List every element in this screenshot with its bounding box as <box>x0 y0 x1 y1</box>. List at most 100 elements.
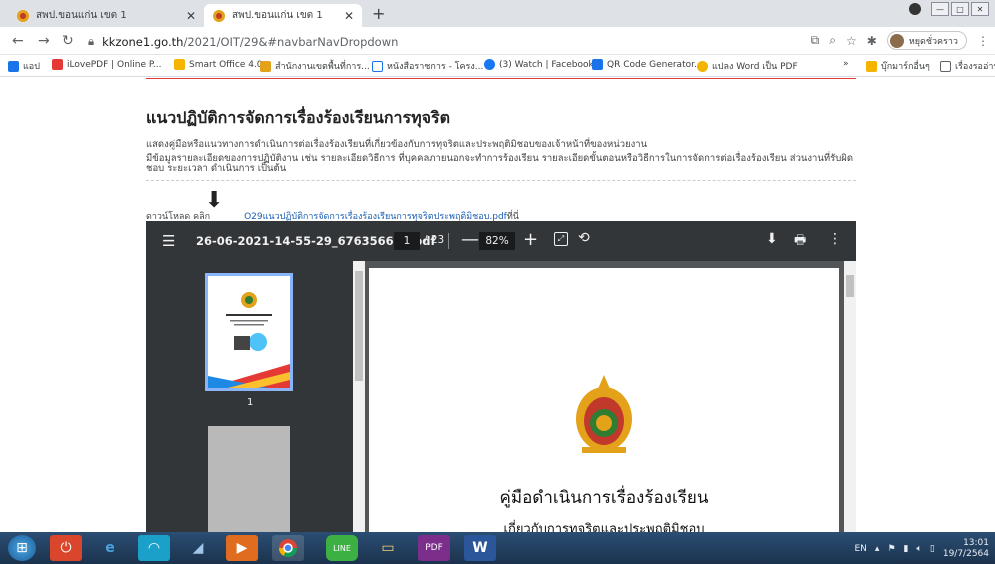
taskbar-app-power-icon[interactable]: ⏻ <box>50 535 82 561</box>
taskbar-line-icon[interactable]: LINE <box>326 535 358 561</box>
taskbar-pdf-icon[interactable]: PDF <box>418 535 450 561</box>
close-tab-icon[interactable]: ✕ <box>344 9 354 23</box>
page-thumbnail-1[interactable] <box>205 273 293 391</box>
forward-button[interactable]: → <box>38 33 50 49</box>
taskbar-folder-icon[interactable]: ▭ <box>372 535 404 561</box>
profile-name: หยุดชั่วคราว <box>908 36 958 47</box>
taskbar-chrome-icon[interactable] <box>272 535 304 561</box>
pdf-viewer: ☰ 26-06-2021-14-55-29_676356666.pdf 1 / … <box>146 221 856 532</box>
bookmark-apps[interactable]: แอป <box>8 59 40 73</box>
description-line-1: แสดงคู่มือหรือแนวทางการดำเนินการต่อเรื่อ… <box>146 139 648 150</box>
hamburger-menu-icon[interactable]: ☰ <box>162 232 175 250</box>
print-icon[interactable]: 🖶︎ <box>794 231 806 253</box>
rotate-icon[interactable]: ⟲ <box>578 230 590 246</box>
taskbar-word-icon[interactable]: W <box>464 535 496 561</box>
zoom-in-button[interactable]: + <box>523 229 538 250</box>
language-indicator[interactable]: EN <box>855 544 867 554</box>
page-title: แนวปฏิบัติการจัดการเรื่องร้องเรียนการทุจ… <box>146 108 451 127</box>
volume-icon[interactable]: 🔈︎ <box>916 544 921 554</box>
more-options-icon[interactable]: ⋮ <box>828 231 842 247</box>
site-favicon-icon <box>16 9 30 23</box>
clock-date: 19/7/2564 <box>942 549 989 559</box>
site-favicon-icon <box>260 60 271 72</box>
taskbar-media-icon[interactable]: ▶ <box>226 535 258 561</box>
description-line-2: มีข้อมูลรายละเอียดของการปฏิบัติงาน เช่น … <box>146 153 854 174</box>
document-scrollbar[interactable] <box>844 261 856 532</box>
site-favicon-icon <box>212 9 226 23</box>
bookmark-star-icon[interactable]: ☆ <box>846 34 857 48</box>
page-thumbnail-2[interactable] <box>208 426 290 532</box>
tab-bar: สพป.ขอนแก่น เขต 1 ✕ สพป.ขอนแก่น เขต 1 ✕ … <box>0 0 995 27</box>
zoom-level-input[interactable]: 82% <box>479 232 515 250</box>
browser-toolbar: ← → ↻ 🔒︎ kkzone1.go.th/2021/OIT/29&#navb… <box>0 27 995 55</box>
taskbar: ⊞ ⏻ e ◠ ◢ ▶ LINE ▭ PDF W EN ▴ ⚑ ▮ 🔈︎ ▯ 1… <box>0 532 995 564</box>
page-number-input[interactable]: 1 <box>394 232 420 250</box>
bookmark-office[interactable]: สำนักงานเขตพื้นที่การ... <box>260 59 370 73</box>
taskbar-headset-icon[interactable]: ◠ <box>138 535 170 561</box>
system-tray: EN ▴ ⚑ ▮ 🔈︎ ▯ 13:01 19/7/2564 <box>855 538 990 560</box>
back-button[interactable]: ← <box>12 33 24 49</box>
taskbar-ie-icon[interactable]: e <box>94 535 126 561</box>
document-subtitle: เกี่ยวกับการทุจริตและประพฤติมิชอบ <box>503 522 705 532</box>
thumbnail-page-number: 1 <box>247 397 254 408</box>
thumbnail-scrollbar[interactable] <box>353 261 365 532</box>
bookmark-qr[interactable]: QR Code Generator... <box>592 59 703 70</box>
flag-icon[interactable]: ⚑ <box>887 544 895 554</box>
close-window-button[interactable]: ✕ <box>971 2 989 16</box>
bookmark-facebook[interactable]: (3) Watch | Facebook <box>484 59 594 70</box>
url-path: /2021/OIT/29&#navbarNavDropdown <box>183 34 399 49</box>
bookmark-other[interactable]: บุ๊กมาร์กอื่นๆ <box>866 59 930 73</box>
tab-2[interactable]: สพป.ขอนแก่น เขต 1 ✕ <box>204 4 362 27</box>
apps-icon <box>8 60 19 72</box>
url-host: kkzone1.go.th <box>102 34 184 49</box>
reading-list-icon <box>940 60 951 72</box>
start-button[interactable]: ⊞ <box>8 535 36 561</box>
media-indicator-icon[interactable] <box>909 3 921 15</box>
address-bar[interactable]: 🔒︎ kkzone1.go.th/2021/OIT/29&#navbarNavD… <box>88 31 788 52</box>
bookmark-ilovepdf[interactable]: iLovePDF | Online P... <box>52 59 162 70</box>
bookmark-documents[interactable]: หนังสือราชการ - โครง... <box>372 59 483 73</box>
document-area: คู่มือดำเนินการเรื่องร้องเรียน เกี่ยวกับ… <box>365 261 844 532</box>
close-tab-icon[interactable]: ✕ <box>186 9 196 23</box>
bookmark-word-pdf[interactable]: แปลง Word เป็น PDF <box>697 59 798 73</box>
extensions-icon[interactable]: ✱ <box>867 34 877 48</box>
pdf-download-icon[interactable]: ⬇ <box>766 231 778 247</box>
new-tab-button[interactable]: + <box>372 4 385 23</box>
bookmark-reading-list[interactable]: เรื่องรออ่าน <box>940 59 995 73</box>
thumbnail-panel: 1 <box>146 261 353 532</box>
clock-time: 13:01 <box>963 538 989 548</box>
toolbar-separator <box>448 233 449 249</box>
tab-1[interactable]: สพป.ขอนแก่น เขต 1 ✕ <box>8 4 204 27</box>
fit-page-icon[interactable]: ⤢ <box>554 232 568 246</box>
taskbar-app-icon[interactable]: ◢ <box>182 535 214 561</box>
tab-title: สพป.ขอนแก่น เขต 1 <box>36 10 127 21</box>
zoom-out-button[interactable]: — <box>461 229 479 250</box>
ilovepdf-icon <box>52 59 63 70</box>
network-icon[interactable]: ▮ <box>904 544 909 554</box>
document-title: คู่มือดำเนินการเรื่องร้องเรียน <box>499 488 709 508</box>
menu-icon[interactable]: ⋮ <box>977 34 989 48</box>
translate-icon[interactable]: ⧉ <box>811 33 820 48</box>
document-icon <box>372 60 383 72</box>
bookmarks-bar: แอป iLovePDF | Online P... Smart Office … <box>0 55 995 77</box>
clock[interactable]: 13:01 19/7/2564 <box>943 538 989 560</box>
smart-office-icon <box>174 59 185 70</box>
download-icon[interactable]: ⬇ <box>205 188 223 213</box>
maximize-button[interactable]: □ <box>951 2 969 16</box>
tab-title: สพป.ขอนแก่น เขต 1 <box>232 10 323 21</box>
bookmark-smart-office[interactable]: Smart Office 4.0 <box>174 59 263 70</box>
emblem-icon <box>576 375 632 453</box>
pdf-toolbar: ☰ 26-06-2021-14-55-29_676356666.pdf 1 / … <box>146 221 856 261</box>
tray-expand-icon[interactable]: ▴ <box>875 544 880 554</box>
bookmarks-overflow[interactable]: » <box>843 59 849 69</box>
qr-icon <box>592 59 603 70</box>
profile-button[interactable]: หยุดชั่วคราว <box>886 31 967 50</box>
window-controls: — □ ✕ <box>909 2 989 16</box>
divider <box>146 78 856 79</box>
minimize-button[interactable]: — <box>931 2 949 16</box>
battery-icon[interactable]: ▯ <box>930 544 935 554</box>
zoom-icon[interactable]: ⌕ <box>829 33 836 48</box>
folder-icon <box>866 60 877 72</box>
reload-button[interactable]: ↻ <box>62 33 74 49</box>
avatar <box>889 33 904 48</box>
